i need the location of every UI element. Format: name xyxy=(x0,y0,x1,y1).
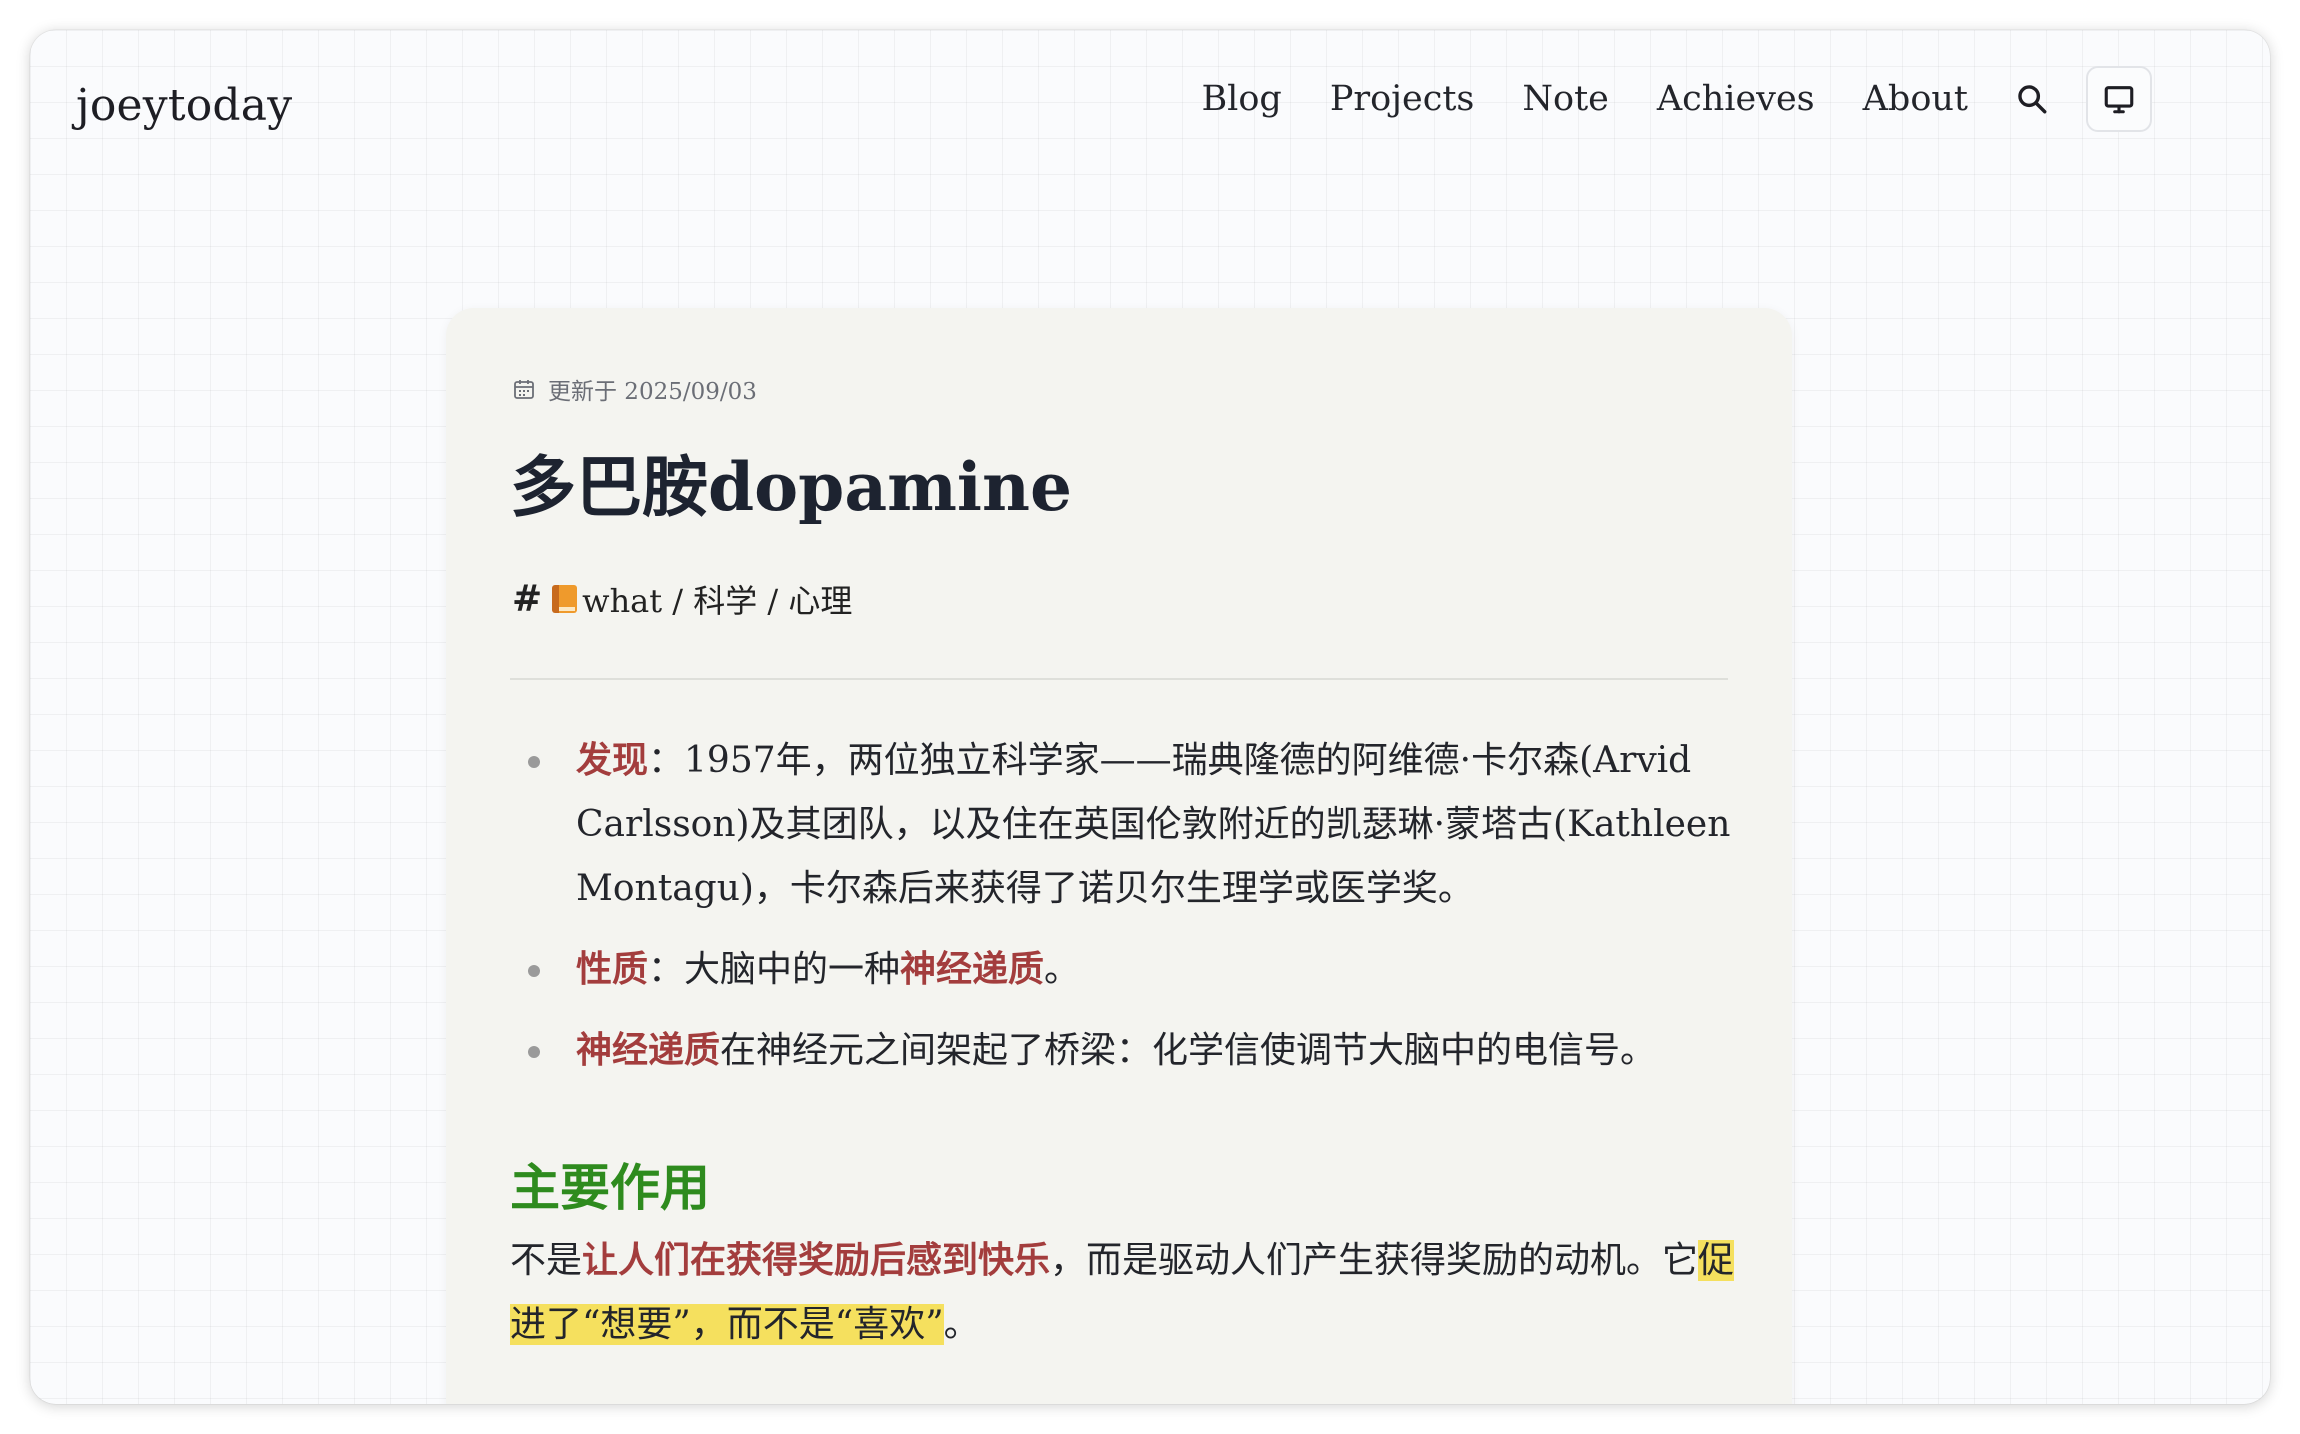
para-highlight: 让人们在获得奖励后感到快乐 xyxy=(582,1239,1051,1281)
calendar-icon xyxy=(514,380,534,399)
bullet-list: 发现：1957年，两位独立科学家——瑞典隆德的阿维德·卡尔森(Arvid Car… xyxy=(510,728,1742,1099)
nav-achieves[interactable]: Achieves xyxy=(1657,79,1815,119)
paragraph: 不是让人们在获得奖励后感到快乐，而是驱动人们产生获得奖励的动机。它促进了“想要”… xyxy=(510,1228,1742,1357)
theme-toggle-button[interactable] xyxy=(2086,66,2152,132)
term-highlight: 神经递质 xyxy=(900,948,1045,990)
search-icon[interactable] xyxy=(2012,79,2052,119)
tag-path[interactable]: # what / 科学 / 心理 xyxy=(512,576,852,622)
tag-text: what / 科学 / 心理 xyxy=(582,582,853,620)
updated-date: 更新于 2025/09/03 xyxy=(548,379,757,405)
article-card: 更新于 2025/09/03 多巴胺dopamine # what / 科学 /… xyxy=(446,308,1792,1404)
nav-projects[interactable]: Projects xyxy=(1330,79,1475,119)
bullet-label: 性质 xyxy=(576,948,649,990)
list-item: 发现：1957年，两位独立科学家——瑞典隆德的阿维德·卡尔森(Arvid Car… xyxy=(510,728,1742,921)
nav-note[interactable]: Note xyxy=(1522,79,1608,119)
main-nav: Blog Projects Note Achieves About xyxy=(1201,66,2152,132)
book-icon xyxy=(552,583,578,615)
list-item: 神经递质在神经元之间架起了桥梁：化学信使调节大脑中的电信号。 xyxy=(510,1018,1742,1083)
list-item: 性质：大脑中的一种神经递质。 xyxy=(510,937,1742,1002)
nav-about[interactable]: About xyxy=(1863,79,1968,119)
site-logo[interactable]: joeytoday xyxy=(76,80,292,131)
bullet-text: 。 xyxy=(1044,949,1081,990)
browser-window: joeytoday Blog Projects Note Achieves Ab… xyxy=(30,30,2270,1404)
site-header: joeytoday Blog Projects Note Achieves Ab… xyxy=(30,30,2270,180)
bullet-text: 在神经元之间架起了桥梁：化学信使调节大脑中的电信号。 xyxy=(720,1030,1657,1071)
divider xyxy=(510,678,1728,680)
para-text: ，而是驱动人们产生获得奖励的动机。它 xyxy=(1050,1240,1699,1281)
term-highlight: 神经递质 xyxy=(576,1029,721,1071)
hash-icon: # xyxy=(512,578,543,620)
bullet-label: 发现 xyxy=(576,739,649,781)
nav-blog[interactable]: Blog xyxy=(1201,79,1281,119)
updated-meta: 更新于 2025/09/03 xyxy=(512,372,757,406)
section-heading: 主要作用 xyxy=(510,1158,710,1217)
para-text: 不是 xyxy=(510,1240,583,1281)
monitor-icon xyxy=(2104,86,2134,114)
page-title: 多巴胺dopamine xyxy=(510,448,1072,526)
para-text: 。 xyxy=(943,1304,980,1345)
bullet-text: ：大脑中的一种 xyxy=(648,949,901,990)
bullet-text: ：1957年，两位独立科学家——瑞典隆德的阿维德·卡尔森(Arvid Carls… xyxy=(576,740,1731,909)
